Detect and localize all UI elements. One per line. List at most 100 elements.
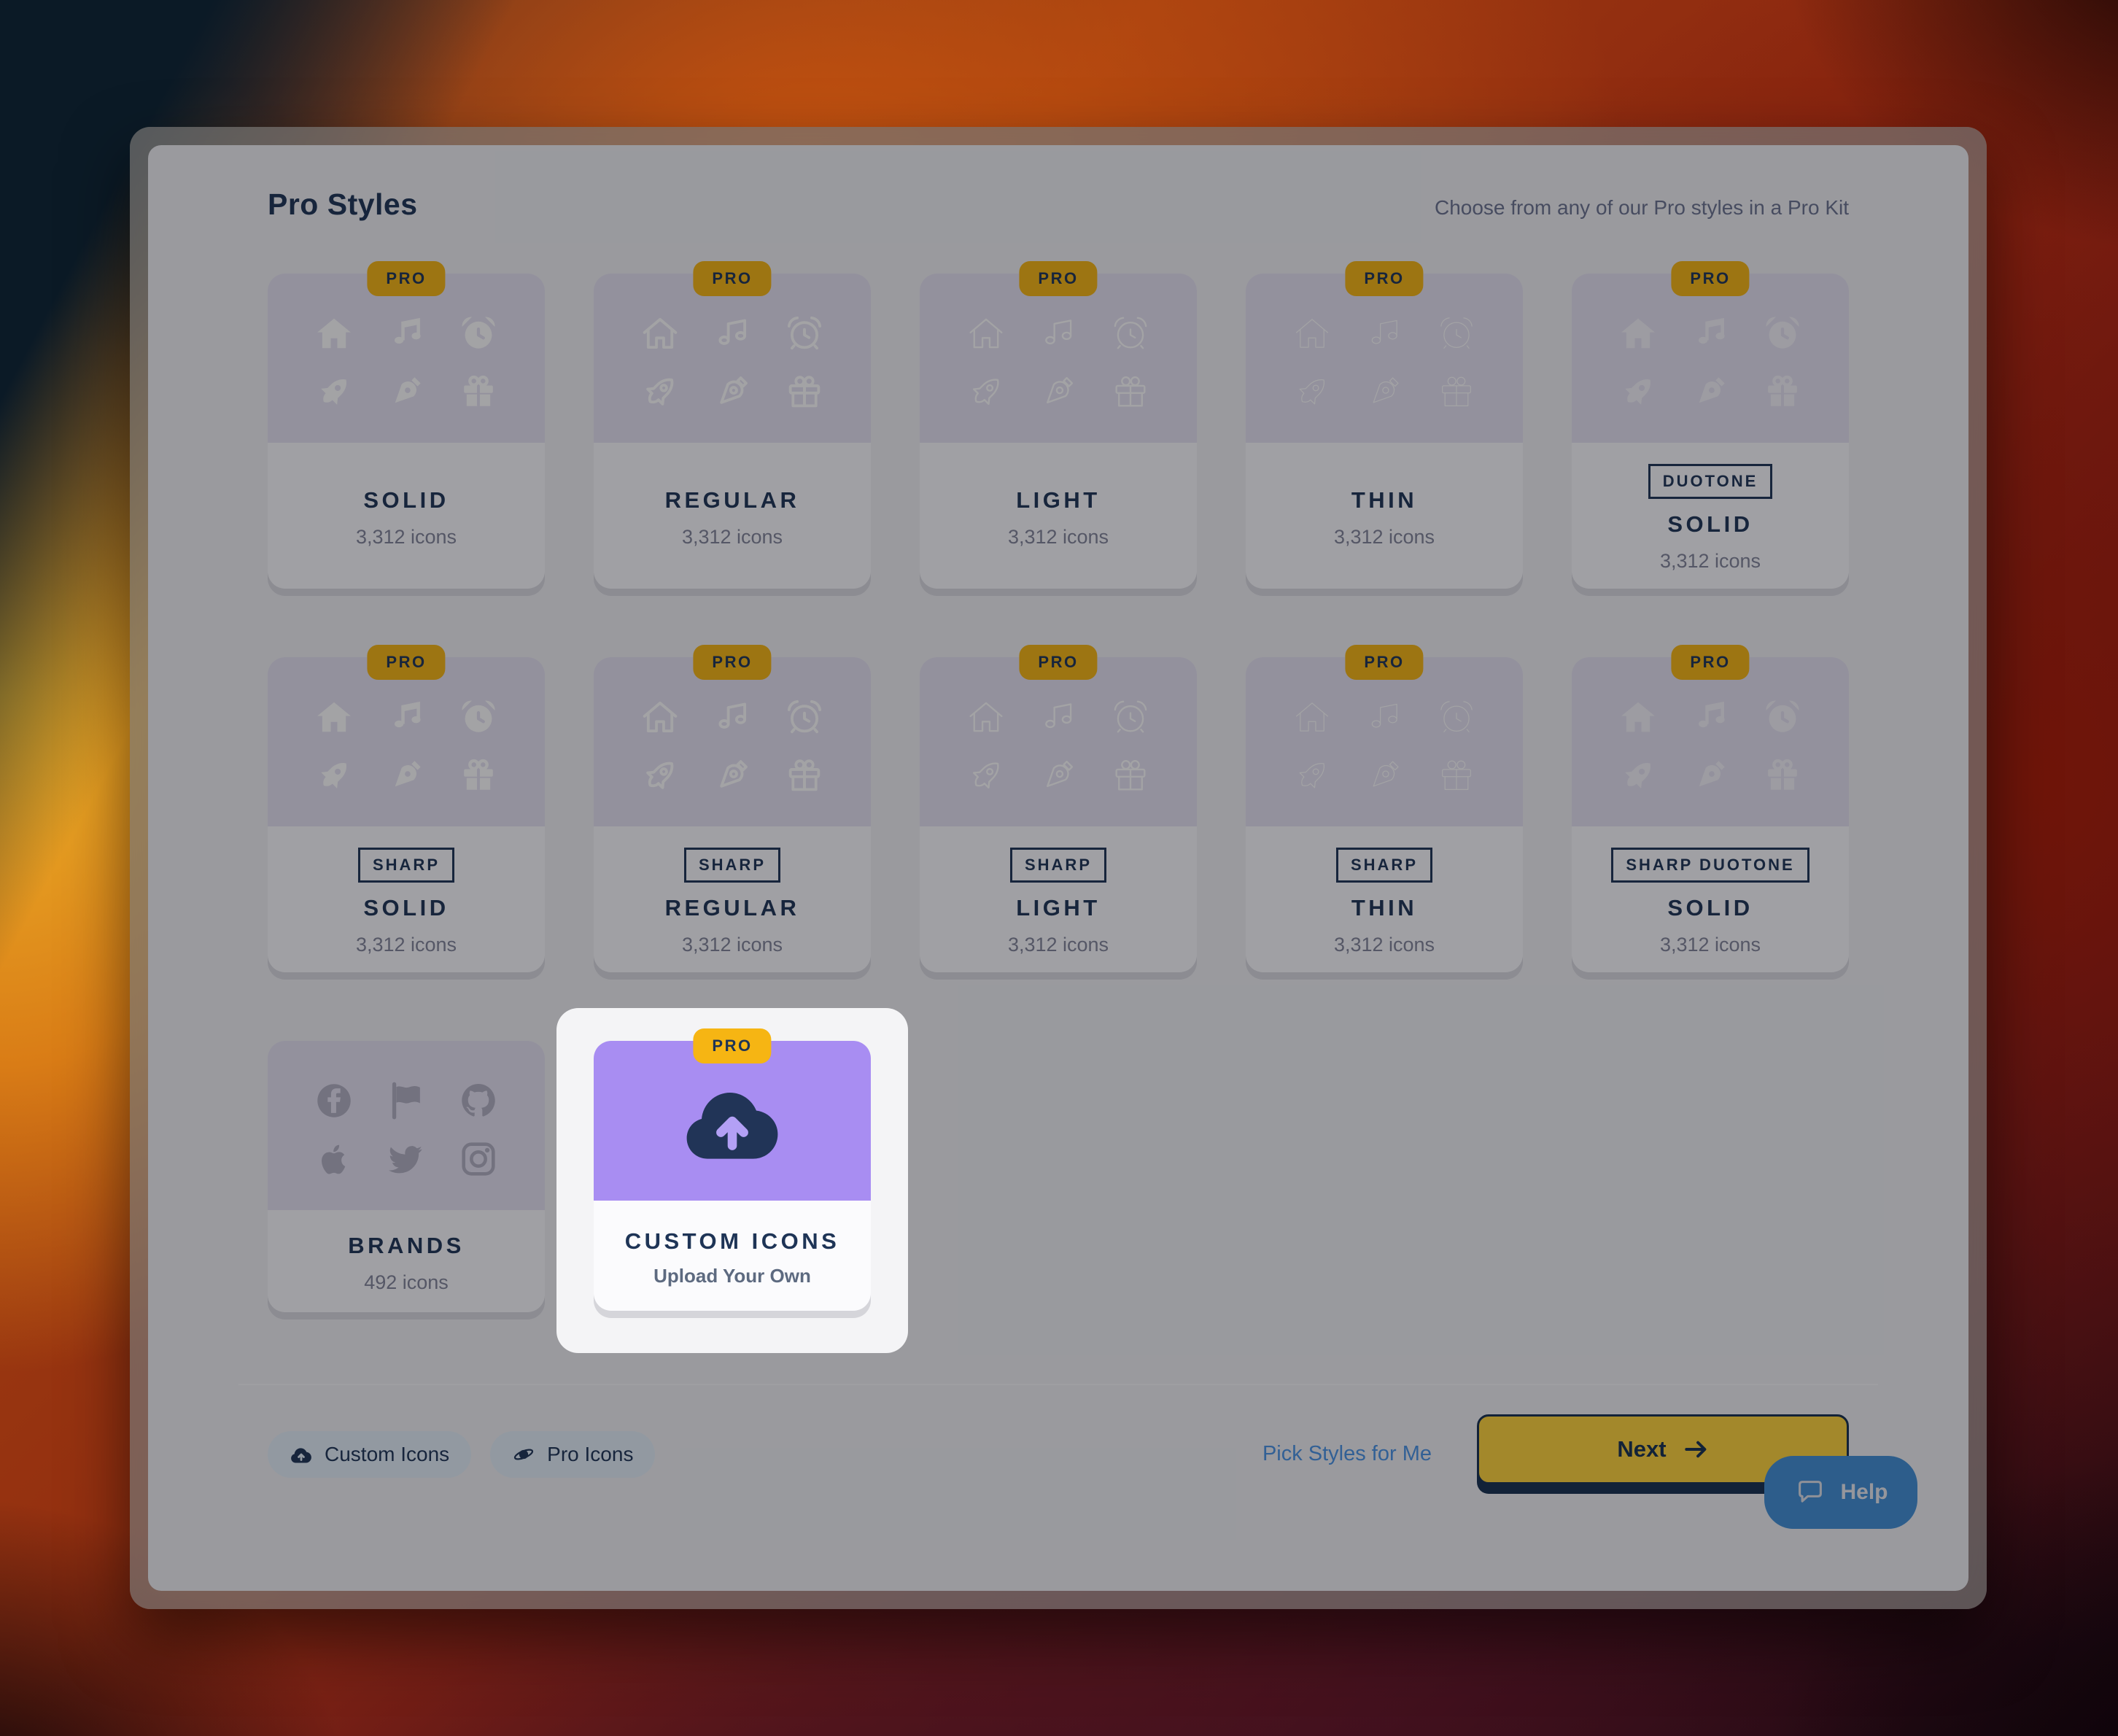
house-icon xyxy=(1618,314,1658,353)
icon-preview-area xyxy=(594,657,871,826)
style-card-custom[interactable]: PROCUSTOM ICONSUpload Your Own xyxy=(594,1041,871,1311)
style-card-sharp-duotone-solid[interactable]: PROSHARP DUOTONESOLID3,312 icons xyxy=(1572,657,1849,972)
style-card-sharp-regular[interactable]: PROSHARPREGULAR3,312 icons xyxy=(594,657,871,972)
style-variant-badge: SHARP xyxy=(1010,848,1106,883)
pen-nib-icon xyxy=(387,372,426,411)
style-count: 3,312 icons xyxy=(1334,526,1435,549)
rocket-icon xyxy=(640,372,680,411)
pro-badge: PRO xyxy=(1345,645,1423,680)
pro-badge: PRO xyxy=(367,645,445,680)
alarm-clock-icon xyxy=(1111,314,1150,353)
pen-nib-icon xyxy=(1039,372,1078,411)
pro-icons-pill-label: Pro Icons xyxy=(547,1443,633,1466)
style-card-regular[interactable]: PROREGULAR3,312 icons xyxy=(594,274,871,589)
rocket-icon xyxy=(1618,372,1658,411)
pro-styles-page: Pro Styles Choose from any of our Pro st… xyxy=(148,145,1968,1591)
alarm-clock-icon xyxy=(785,314,824,353)
pen-nib-icon xyxy=(1691,756,1730,795)
planet-icon xyxy=(512,1443,535,1466)
alarm-clock-icon xyxy=(1437,697,1476,737)
gift-icon xyxy=(1437,756,1476,795)
card-label-area: DUOTONESOLID3,312 icons xyxy=(1572,443,1849,589)
style-card-duotone-solid[interactable]: PRODUOTONESOLID3,312 icons xyxy=(1572,274,1849,589)
card-label-area: SHARP SOLID 3,312 icons xyxy=(268,826,545,972)
style-card-sharp-solid[interactable]: PROSHARPSOLID3,312 icons xyxy=(268,657,545,972)
rocket-icon xyxy=(314,372,354,411)
spotlight-highlight: PROCUSTOM ICONSUpload Your Own xyxy=(556,1008,908,1353)
music-note-icon xyxy=(1691,697,1730,737)
style-card-solid[interactable]: PROSOLID3,312 icons xyxy=(268,274,545,589)
style-card-sharp-light[interactable]: PROSHARPLIGHT3,312 icons xyxy=(920,657,1197,972)
style-name: REGULAR xyxy=(665,487,800,514)
footer-divider xyxy=(238,1384,1878,1385)
github-icon xyxy=(457,1080,500,1122)
style-variant-badge: SHARP xyxy=(1336,848,1432,883)
pen-nib-icon xyxy=(1365,756,1404,795)
house-icon xyxy=(966,314,1006,353)
custom-icons-pill-label: Custom Icons xyxy=(325,1443,449,1466)
page-header: Pro Styles Choose from any of our Pro st… xyxy=(268,187,1849,228)
card-label-area: SOLID3,312 icons xyxy=(268,443,545,589)
twitter-icon xyxy=(385,1138,427,1180)
music-note-icon xyxy=(713,697,752,737)
style-card-thin[interactable]: PROTHIN3,312 icons xyxy=(1246,274,1523,589)
alarm-clock-icon xyxy=(1437,314,1476,353)
house-icon xyxy=(1292,697,1332,737)
pen-nib-icon xyxy=(1365,372,1404,411)
music-note-icon xyxy=(1365,697,1404,737)
card-label-area: LIGHT3,312 icons xyxy=(920,443,1197,589)
style-count: 3,312 icons xyxy=(1334,934,1435,956)
music-note-icon xyxy=(387,697,426,737)
gift-icon xyxy=(1763,756,1802,795)
setup-window: Pro Styles Choose from any of our Pro st… xyxy=(130,127,1987,1609)
style-name: THIN xyxy=(1351,487,1417,514)
apple-icon xyxy=(313,1138,355,1180)
card-label-area: BRANDS492 icons xyxy=(268,1210,545,1312)
alarm-clock-icon xyxy=(1763,697,1802,737)
pro-icons-pill[interactable]: Pro Icons xyxy=(490,1431,655,1478)
style-variant-badge: SHARP DUOTONE xyxy=(1611,848,1809,883)
custom-icons-pill[interactable]: Custom Icons xyxy=(268,1431,471,1478)
page-hint: Choose from any of our Pro styles in a P… xyxy=(1435,196,1849,220)
pro-badge: PRO xyxy=(693,1028,771,1063)
style-name: REGULAR xyxy=(665,895,800,921)
style-variant-badge: SHARP xyxy=(358,848,454,883)
style-card-sharp-thin[interactable]: PROSHARPTHIN3,312 icons xyxy=(1246,657,1523,972)
rocket-icon xyxy=(1618,756,1658,795)
style-name: SOLID xyxy=(363,895,449,921)
rocket-icon xyxy=(640,756,680,795)
pro-badge: PRO xyxy=(1345,261,1423,296)
music-note-icon xyxy=(1039,314,1078,353)
rocket-icon xyxy=(966,756,1006,795)
style-subtitle: Upload Your Own xyxy=(653,1265,811,1287)
pro-badge: PRO xyxy=(693,645,771,680)
help-button[interactable]: Help xyxy=(1764,1456,1917,1529)
rocket-icon xyxy=(1292,372,1332,411)
rocket-icon xyxy=(1292,756,1332,795)
style-count: 3,312 icons xyxy=(1008,934,1109,956)
pro-badge: PRO xyxy=(1671,645,1749,680)
style-name: SOLID xyxy=(363,487,449,514)
next-button-label: Next xyxy=(1617,1436,1666,1462)
footer-bar: Custom Icons Pro Icons Pick Styles for M… xyxy=(268,1414,1849,1494)
icon-preview-area xyxy=(1572,274,1849,443)
style-cards-grid: PROSOLID3,312 iconsPROREGULAR3,312 icons… xyxy=(268,274,1849,1353)
instagram-icon xyxy=(457,1138,500,1180)
style-card-brands[interactable]: BRANDS492 icons xyxy=(268,1041,545,1312)
style-count: 3,312 icons xyxy=(1008,526,1109,549)
style-count: 3,312 icons xyxy=(356,934,457,956)
rocket-icon xyxy=(966,372,1006,411)
pick-styles-link[interactable]: Pick Styles for Me xyxy=(1262,1442,1432,1466)
facebook-icon xyxy=(313,1080,355,1122)
music-note-icon xyxy=(1691,314,1730,353)
pro-badge: PRO xyxy=(367,261,445,296)
alarm-clock-icon xyxy=(1111,697,1150,737)
style-card-light[interactable]: PROLIGHT3,312 icons xyxy=(920,274,1197,589)
icon-preview-area xyxy=(920,657,1197,826)
style-variant-badge: SHARP xyxy=(684,848,780,883)
pen-nib-icon xyxy=(387,756,426,795)
house-icon xyxy=(640,697,680,737)
style-name: SOLID xyxy=(1667,511,1753,538)
house-icon xyxy=(314,697,354,737)
pro-badge: PRO xyxy=(1019,261,1097,296)
